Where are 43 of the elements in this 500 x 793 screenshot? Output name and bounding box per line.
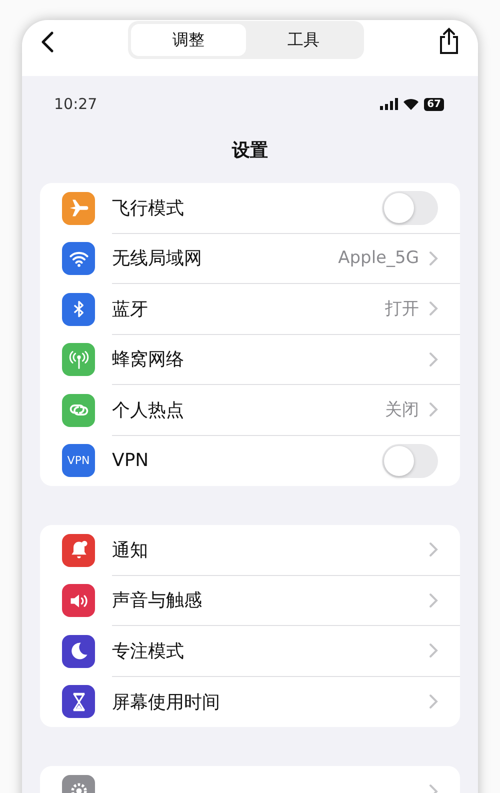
row-label: 无线局域网 xyxy=(112,247,202,270)
settings-row[interactable]: 通知 xyxy=(40,525,460,576)
settings-row[interactable]: 无线局域网 Apple_5G xyxy=(40,234,460,284)
wifi-icon xyxy=(403,98,420,110)
settings-row[interactable]: 声音与触感 xyxy=(40,576,460,626)
toggle-switch[interactable] xyxy=(382,190,438,225)
settings-row[interactable]: 蜂窝网络 xyxy=(40,334,460,385)
row-value: 关闭 xyxy=(385,399,419,422)
settings-row[interactable]: 专注模式 xyxy=(40,626,460,676)
toggle-switch[interactable] xyxy=(382,444,438,478)
chevron-icon xyxy=(429,592,438,608)
row-label: 专注模式 xyxy=(112,640,184,663)
chevron-icon xyxy=(429,352,438,367)
chevron-icon xyxy=(429,694,438,710)
settings-row[interactable]: 飞行模式 xyxy=(40,183,460,234)
status-time: 10:27 xyxy=(54,95,98,113)
chevron-icon xyxy=(429,250,438,266)
back-icon[interactable] xyxy=(40,31,54,53)
settings-row[interactable]: 个人热点 关闭 xyxy=(40,385,460,436)
row-label: 蓝牙 xyxy=(112,298,148,321)
settings-row[interactable]: 蓝牙 打开 xyxy=(40,284,460,334)
chevron-icon xyxy=(429,542,438,558)
row-value: 打开 xyxy=(385,298,419,320)
row-label: VPN xyxy=(112,450,149,472)
row-label: 声音与触感 xyxy=(112,589,202,612)
chevron-icon xyxy=(429,643,438,658)
row-label: 屏幕使用时间 xyxy=(112,690,220,714)
row-label: 蜂窝网络 xyxy=(112,348,184,372)
page-title: 设置 xyxy=(230,139,269,162)
settings-row[interactable]: 屏幕使用时间 xyxy=(40,676,460,727)
chevron-icon xyxy=(429,301,438,316)
row-label: 飞行模式 xyxy=(112,196,184,220)
row-label: 通知 xyxy=(112,538,148,562)
settings-row[interactable]: VPN VPN xyxy=(40,436,460,486)
tab[interactable]: 工具 xyxy=(246,24,361,56)
signal-icon xyxy=(380,98,398,110)
row-label: 个人热点 xyxy=(112,398,184,422)
row-value: Apple_5G xyxy=(338,248,419,268)
battery-indicator: 67 xyxy=(424,98,444,110)
share-icon[interactable] xyxy=(438,27,460,55)
chevron-icon xyxy=(429,402,438,418)
tab[interactable]: 调整 xyxy=(131,24,246,56)
vpn-icon: VPN xyxy=(62,444,95,478)
